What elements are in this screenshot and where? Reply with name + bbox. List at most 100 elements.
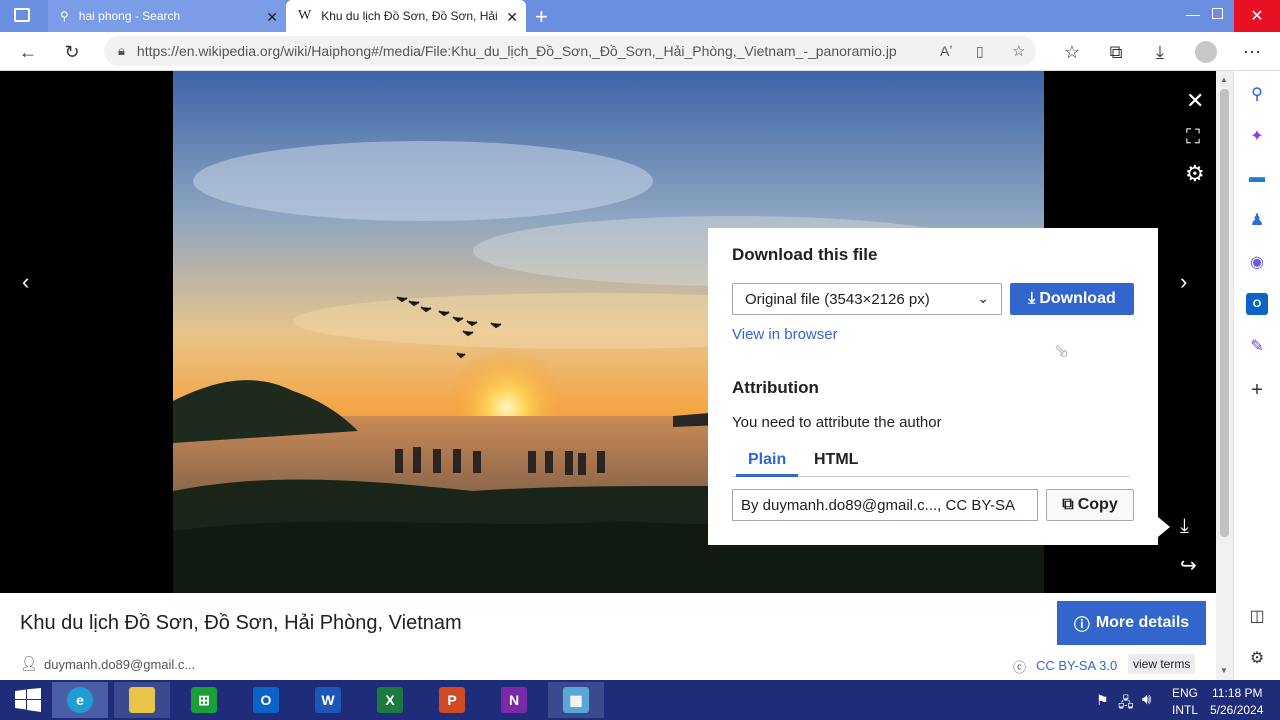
info-icon: ⓘ [1073,617,1090,634]
file-size-select[interactable]: Original file (3543×2126 px) ⌄ [732,283,1002,315]
edge-sidebar: ⚲ ✦ ▬ ♟ ◉ O ✎ + ◫ ⚙ [1233,71,1280,680]
downloads-icon[interactable]: ⤓ [1146,38,1174,66]
taskbar-excel[interactable]: X [362,682,418,718]
author-name[interactable]: duymanh.do89@gmail.c... [44,657,195,672]
refresh-icon[interactable]: ↻ [58,38,86,66]
media-footer: Khu du lịch Đồ Sơn, Đồ Sơn, Hải Phòng, V… [0,593,1216,680]
url-text: https://en.wikipedia.org/wiki/Haiphong#/… [136,43,897,59]
store-icon: ⊞ [191,687,217,713]
view-in-browser-link[interactable]: View in browser [732,326,838,343]
start-button[interactable] [0,682,56,718]
image-title: Khu du lịch Đồ Sơn, Đồ Sơn, Hải Phòng, V… [20,612,462,634]
user-icon: 👤︎ [20,655,38,671]
favorites-icon[interactable]: ☆ [1058,38,1086,66]
scroll-up-icon[interactable]: ▲ [1220,75,1228,84]
select-value: Original file (3543×2126 px) [745,290,930,308]
wikipedia-icon: W [298,8,312,23]
volume-icon[interactable]: 🔊︎ [1142,691,1151,708]
copilot-icon[interactable]: ✦ [1246,125,1268,147]
tab-plain[interactable]: Plain [748,451,786,469]
windows-icon [15,688,41,712]
clock-time[interactable]: 11:18 PM [1212,686,1262,700]
tab-active-indicator [736,474,798,477]
language-bottom[interactable]: INTL [1172,703,1198,717]
control-panel-icon: ▦ [563,687,589,713]
read-aloud-icon[interactable]: A͏ʼ [940,43,952,59]
more-menu-icon[interactable]: ⋯ [1238,38,1266,66]
close-tab-icon[interactable]: ✕ [266,9,278,26]
address-bar: ← ↻ 🔒︎ https://en.wikipedia.org/wiki/Hai… [0,32,1280,71]
close-viewer-icon[interactable]: ✕ [1186,88,1204,114]
search-icon[interactable]: ⚲ [1246,83,1268,105]
taskbar-file-explorer[interactable] [114,682,170,718]
mouse-cursor: ➘ [1054,341,1070,361]
excel-icon: X [377,687,403,713]
panel-pointer [1158,517,1170,537]
taskbar-onenote[interactable]: N [486,682,542,718]
download-panel-title: Download this file [732,245,878,264]
tab-wikipedia[interactable]: W Khu du lịch Đồ Sơn, Đồ Sơn, Hải ✕ [286,0,526,32]
tab-strip: ⚲ hai phong - Search ✕ W Khu du lịch Đồ … [0,0,1280,32]
attribution-title: Attribution [732,378,819,397]
taskbar-powerpoint[interactable]: P [424,682,480,718]
scrollbar[interactable]: ▲ ▼ [1216,71,1233,680]
search-icon: ⚲ [60,9,69,23]
fullscreen-icon[interactable]: ⛶ [1186,126,1200,149]
add-favorite-icon[interactable]: ☆ [1012,42,1025,60]
edge-icon: e [67,687,93,713]
lock-icon: 🔒︎ [118,43,125,58]
taskbar: e ⊞ O W X P N ▦ ⚑ 🖧︎ 🔊︎ ENG INTL 11:18 P… [0,680,1280,720]
attribution-field[interactable]: By duymanh.do89@gmail.c..., CC BY-SA [732,489,1038,521]
restore-icon[interactable] [1212,8,1223,19]
split-screen-icon[interactable]: ◫ [1246,605,1268,627]
download-panel: Download this file Original file (3543×2… [708,228,1158,545]
taskbar-control-panel[interactable]: ▦ [548,682,604,718]
outlook-icon[interactable]: O [1246,293,1268,315]
minimize-icon[interactable]: — [1186,6,1200,22]
immersive-reader-icon[interactable]: ▯ [976,43,984,60]
onenote-icon: N [501,687,527,713]
back-icon[interactable]: ← [14,38,42,66]
more-details-button[interactable]: ⓘ More details [1057,601,1206,645]
language-top[interactable]: ENG [1172,686,1198,700]
copy-button[interactable]: ⧉ Copy [1046,489,1134,521]
add-icon[interactable]: + [1246,379,1268,401]
gear-icon[interactable]: ⚙ [1185,161,1205,187]
taskbar-store[interactable]: ⊞ [176,682,232,718]
taskbar-edge[interactable]: e [52,682,108,718]
copy-icon: ⧉ [1062,496,1074,513]
download-icon: ⤓ [1028,290,1036,307]
tab-html[interactable]: HTML [814,451,858,469]
tab-title: Khu du lịch Đồ Sơn, Đồ Sơn, Hải [321,9,498,23]
close-window-button[interactable]: ✕ [1234,0,1280,32]
next-image-icon[interactable]: › [1180,269,1187,295]
scroll-down-icon[interactable]: ▼ [1220,666,1228,675]
share-icon[interactable]: ↪ [1180,553,1197,578]
designer-icon[interactable]: ✎ [1246,335,1268,357]
license-link[interactable]: CC BY-SA 3.0 [1036,658,1117,673]
tab-actions-icon[interactable] [14,8,30,22]
view-terms-link[interactable]: view terms [1128,654,1196,674]
taskbar-word[interactable]: W [300,682,356,718]
download-icon[interactable]: ⤓ [1180,515,1189,538]
url-field[interactable]: 🔒︎ https://en.wikipedia.org/wiki/Haiphon… [104,36,1036,66]
office-icon[interactable]: ◉ [1246,251,1268,273]
collections-icon[interactable]: ⧉ [1102,38,1130,66]
flag-icon[interactable]: ⚑ [1096,692,1109,709]
chevron-down-icon: ⌄ [977,290,989,306]
download-button[interactable]: ⤓ Download [1010,283,1134,315]
games-icon[interactable]: ♟ [1246,209,1268,231]
scroll-thumb[interactable] [1220,89,1229,537]
outlook-icon: O [253,687,279,713]
previous-image-icon[interactable]: ‹ [22,269,29,295]
shopping-icon[interactable]: ▬ [1246,167,1268,189]
attribution-text: You need to attribute the author [732,414,942,431]
clock-date[interactable]: 5/26/2024 [1210,703,1263,717]
profile-avatar[interactable] [1192,38,1220,66]
taskbar-outlook[interactable]: O [238,682,294,718]
tab-search[interactable]: ⚲ hai phong - Search ✕ [48,0,286,32]
network-icon[interactable]: 🖧︎ [1118,692,1134,716]
close-tab-icon[interactable]: ✕ [506,9,518,26]
new-tab-icon[interactable]: + [535,4,548,30]
gear-icon[interactable]: ⚙ [1246,647,1268,669]
